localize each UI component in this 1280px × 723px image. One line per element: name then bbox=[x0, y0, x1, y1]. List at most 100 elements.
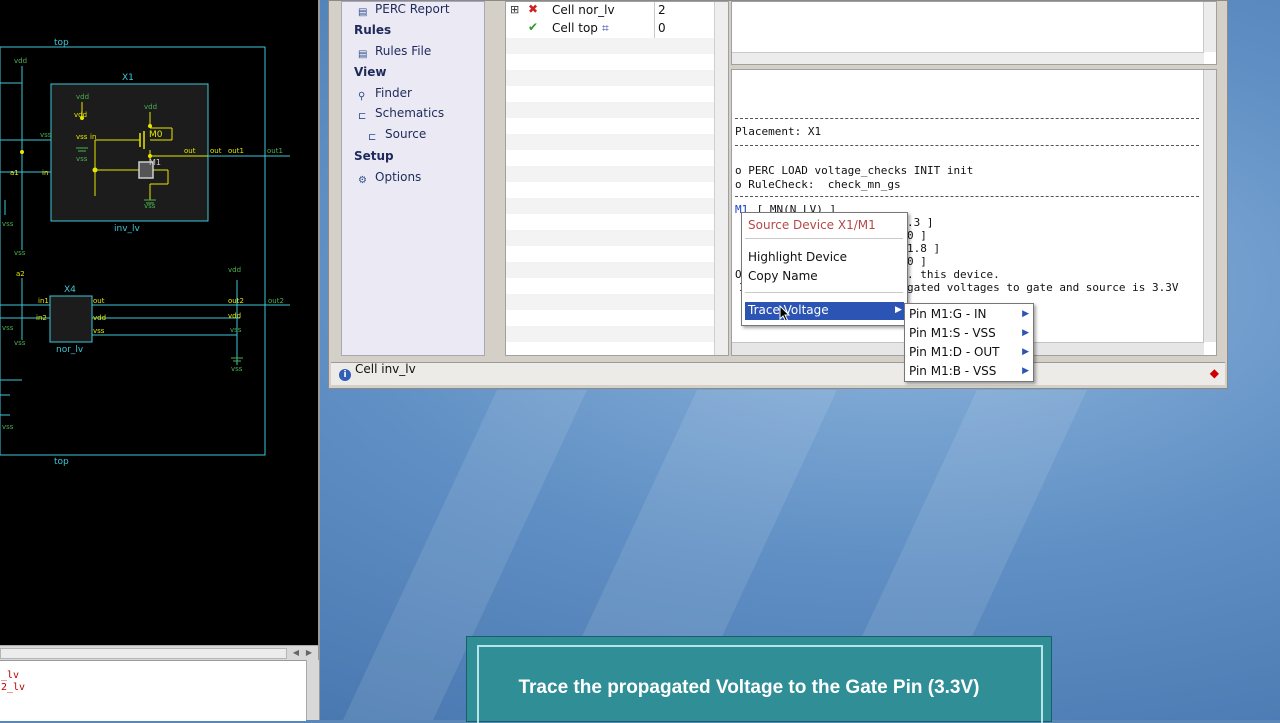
svg-text:out: out bbox=[93, 297, 105, 305]
gear-icon: ⚙ bbox=[358, 175, 367, 186]
nav-item-perc-report[interactable]: ▤ PERC Report bbox=[358, 2, 450, 19]
status-text: Cell inv_lv bbox=[355, 362, 416, 376]
value-line: 0 ] bbox=[907, 229, 927, 242]
nav-item-rules-file[interactable]: ▤ Rules File bbox=[358, 44, 431, 61]
scrollbar-thumb[interactable] bbox=[0, 648, 287, 659]
submenu-item-pin-g[interactable]: Pin M1:G - IN ▶ bbox=[909, 307, 1029, 321]
rulecheck-line: o RuleCheck: check_mn_gs bbox=[735, 178, 901, 191]
row-stripe bbox=[506, 38, 728, 54]
check-icon: ✔ bbox=[528, 20, 539, 34]
top-pane-hscroll[interactable] bbox=[732, 52, 1204, 64]
svg-text:vdd: vdd bbox=[144, 103, 157, 111]
row-stripe bbox=[506, 230, 728, 246]
tutorial-caption: Trace the propagated Voltage to the Gate… bbox=[466, 636, 1052, 723]
nav-item-source[interactable]: ⊏ Source bbox=[368, 127, 426, 144]
inv-cell-label: inv_lv bbox=[114, 224, 141, 234]
x1-label: X1 bbox=[122, 73, 134, 83]
svg-text:vdd: vdd bbox=[93, 314, 106, 322]
row-stripe bbox=[506, 198, 728, 214]
submenu-arrow-icon: ▶ bbox=[1022, 309, 1029, 319]
svg-text:out2: out2 bbox=[228, 297, 244, 305]
info-icon: i bbox=[339, 369, 351, 381]
result-row-nor-lv[interactable]: ⊞ ✖ Cell nor_lv 2 bbox=[506, 2, 711, 21]
submenu-arrow-icon: ▶ bbox=[1022, 328, 1029, 338]
nav-item-schematics[interactable]: ⊏ Schematics bbox=[358, 106, 444, 123]
submenu-item-pin-b[interactable]: Pin M1:B - VSS ▶ bbox=[909, 364, 1029, 378]
cell-symbol-icon: ⌗ bbox=[602, 21, 609, 35]
binoculars-icon: ⚲ bbox=[358, 91, 366, 102]
m1-label: M1 bbox=[149, 158, 161, 167]
rve-window: ▤ PERC Report Rules ▤ Rules File View ⚲ Fin… bbox=[328, 0, 1228, 389]
separator-line bbox=[735, 118, 1199, 119]
log-vertical-scrollbar[interactable] bbox=[306, 660, 319, 720]
x4-instance[interactable] bbox=[49, 295, 93, 343]
submenu-arrow-icon: ▶ bbox=[895, 305, 902, 315]
submenu-arrow-icon: ▶ bbox=[1022, 366, 1029, 376]
expand-icon[interactable]: ⊞ bbox=[510, 3, 519, 16]
schematic-canvas[interactable]: top top X1 inv_lv M0 M1 vdd vdd vdd vss … bbox=[0, 0, 318, 645]
svg-text:vdd: vdd bbox=[76, 93, 89, 101]
details-top-pane bbox=[731, 1, 1217, 65]
submenu-item-pin-s[interactable]: Pin M1:S - VSS ▶ bbox=[909, 326, 1029, 340]
scroll-left-arrow-icon[interactable]: ◀ bbox=[290, 647, 302, 658]
row-stripe bbox=[506, 166, 728, 182]
menu-item-highlight-device[interactable]: Highlight Device bbox=[748, 250, 847, 264]
result-row-top[interactable]: ✔ Cell top ⌗ 0 bbox=[506, 20, 711, 39]
schematic-horizontal-scrollbar[interactable]: ◀ ▶ bbox=[0, 645, 318, 660]
value-line: 1.8 ] bbox=[907, 242, 941, 255]
menu-item-trace-voltage[interactable]: Trace Voltage ▶ bbox=[745, 302, 904, 320]
svg-text:vdd: vdd bbox=[228, 312, 241, 320]
log-line: 2_lv bbox=[1, 682, 26, 693]
svg-text:vss: vss bbox=[231, 365, 243, 373]
results-vertical-scrollbar[interactable] bbox=[714, 2, 728, 355]
menu-separator bbox=[745, 238, 903, 239]
svg-text:vdd: vdd bbox=[228, 266, 241, 274]
svg-text:out: out bbox=[184, 147, 196, 155]
svg-text:vss: vss bbox=[230, 326, 242, 334]
navigator-panel: ▤ PERC Report Rules ▤ Rules File View ⚲ Fin… bbox=[341, 1, 485, 356]
x4-label: X4 bbox=[64, 285, 76, 295]
log-line: _lv bbox=[1, 670, 20, 681]
svg-text:vdd: vdd bbox=[74, 111, 87, 119]
schematic-viewer[interactable]: top top X1 inv_lv M0 M1 vdd vdd vdd vss … bbox=[0, 0, 320, 721]
m0-label: M0 bbox=[149, 130, 163, 140]
top-pane-vscroll[interactable] bbox=[1203, 2, 1216, 52]
row-stripe bbox=[506, 294, 728, 310]
status-bar: i Cell inv_lv ◆ bbox=[331, 362, 1225, 385]
message-line: gated voltages to gate and source is 3.3… bbox=[907, 281, 1179, 294]
nav-section-setup: Setup bbox=[354, 149, 394, 163]
results-tree: ⊞ ✖ Cell nor_lv 2 ✔ Cell top ⌗ 0 bbox=[505, 1, 729, 356]
svg-text:out: out bbox=[210, 147, 222, 155]
error-diamond-icon[interactable]: ◆ bbox=[1210, 366, 1219, 380]
nav-section-rules: Rules bbox=[354, 23, 392, 37]
svg-text:vdd: vdd bbox=[14, 57, 27, 65]
nav-item-finder[interactable]: ⚲ Finder bbox=[358, 86, 412, 103]
text-pane-vertical-scrollbar[interactable] bbox=[1203, 70, 1216, 342]
trace-voltage-submenu: Pin M1:G - IN ▶ Pin M1:S - VSS ▶ Pin M1:D … bbox=[904, 303, 1034, 382]
svg-text:vss: vss bbox=[2, 423, 14, 431]
row-stripe bbox=[506, 262, 728, 278]
scroll-right-arrow-icon[interactable]: ▶ bbox=[303, 647, 315, 658]
svg-text:out1: out1 bbox=[228, 147, 244, 155]
svg-text:in: in bbox=[90, 133, 96, 141]
menu-item-copy-name[interactable]: Copy Name bbox=[748, 269, 818, 283]
svg-text:vss: vss bbox=[40, 131, 52, 139]
top-label-bottom: top bbox=[54, 457, 69, 467]
svg-text:vss: vss bbox=[14, 339, 26, 347]
submenu-item-pin-d[interactable]: Pin M1:D - OUT ▶ bbox=[909, 345, 1029, 359]
value-line: 0 ] bbox=[907, 255, 927, 268]
svg-text:vss: vss bbox=[76, 133, 88, 141]
menu-item-source-device[interactable]: Source Device X1/M1 bbox=[748, 218, 876, 232]
row-stripe bbox=[506, 102, 728, 118]
schematic-log-pane: _lv 2_lv bbox=[0, 660, 306, 721]
nav-item-options[interactable]: ⚙ Options bbox=[358, 170, 421, 187]
schematic-icon: ⊏ bbox=[358, 111, 367, 122]
svg-text:in: in bbox=[42, 169, 48, 177]
menu-separator bbox=[745, 292, 903, 293]
svg-text:vss: vss bbox=[76, 155, 88, 163]
device-context-menu: Source Device X1/M1 Highlight Device Cop… bbox=[741, 212, 908, 326]
svg-text:out1: out1 bbox=[267, 147, 283, 155]
svg-text:a2: a2 bbox=[16, 270, 25, 278]
placement-line: Placement: X1 bbox=[735, 125, 822, 138]
row-stripe bbox=[506, 134, 728, 150]
